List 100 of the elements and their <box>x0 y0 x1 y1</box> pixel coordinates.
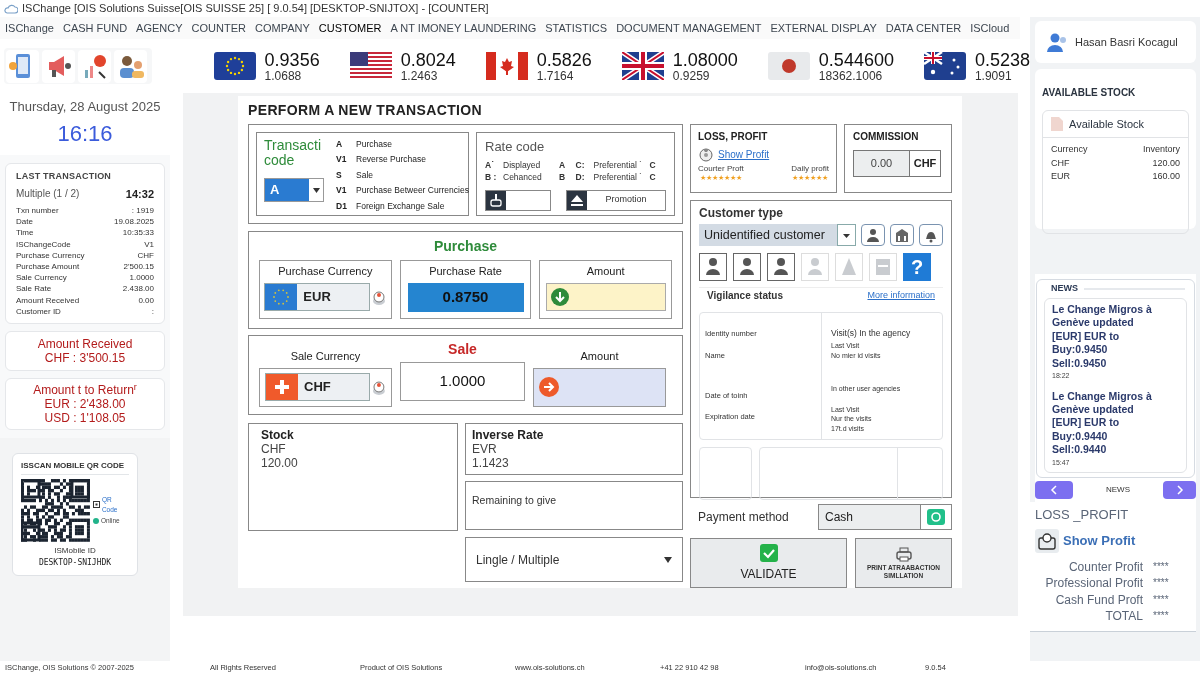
field-value: CHF <box>261 442 287 456</box>
field-label: Sale Currency <box>290 349 361 364</box>
date-text: Thursday, 28 August 2025 <box>9 98 161 116</box>
exchange-rate: 1.08000 <box>672 50 738 69</box>
previous-button[interactable] <box>1035 481 1073 500</box>
currency-select[interactable]: EUR <box>264 282 371 311</box>
field-label: Payment method <box>697 509 790 526</box>
field-label: Purchase Currency <box>278 264 373 279</box>
check-icon <box>759 543 778 562</box>
toolbar-button[interactable] <box>42 49 75 83</box>
menu-item[interactable]: AGENCY <box>136 19 183 37</box>
payment-select[interactable]: Cash <box>818 504 952 530</box>
customer-type-button[interactable] <box>699 253 727 281</box>
code-key: C <box>649 158 656 171</box>
rate-field[interactable]: 1.0000 <box>400 362 525 401</box>
amount-field[interactable] <box>533 367 666 407</box>
mode-select[interactable]: Lingle / Multiple <box>465 537 683 582</box>
field-label: Purchase Amount <box>16 261 80 273</box>
code-label: Sale <box>356 168 374 182</box>
profit-link[interactable]: Show Profit <box>1063 530 1136 551</box>
caret-icon <box>312 187 320 193</box>
profit-link[interactable]: Show Profit <box>718 146 770 162</box>
toolbar-button[interactable] <box>6 49 39 83</box>
profit-label: Courter Proft <box>698 164 744 173</box>
printer-icon <box>894 546 913 562</box>
toolbar-button[interactable] <box>114 49 147 83</box>
customer-type-button[interactable] <box>767 253 795 281</box>
code-label: Reverse Purchase <box>356 153 427 167</box>
field-label: Time <box>16 227 34 239</box>
panel-title: Vigilance status <box>707 289 783 303</box>
code-label: Purchase <box>356 138 393 151</box>
validate-button[interactable]: VALIDATE <box>690 538 847 588</box>
icon-button[interactable] <box>919 224 943 246</box>
menu-item[interactable]: COMPANY <box>254 19 310 37</box>
icon-button[interactable] <box>861 224 885 246</box>
code-key: D: <box>575 171 590 184</box>
cross-icon <box>266 374 298 400</box>
flag-icon <box>923 52 966 80</box>
currency-select[interactable]: CHF <box>265 373 371 401</box>
field-label: Txn number <box>16 205 59 217</box>
next-button[interactable] <box>1163 481 1196 500</box>
icon-button[interactable] <box>890 224 914 246</box>
table-cell: 120.00 <box>1152 156 1180 170</box>
masked-value: **** <box>1153 609 1170 624</box>
cloud-icon <box>4 3 18 14</box>
promotion-button[interactable]: Promotion <box>566 189 666 211</box>
panel-title: Customer type <box>699 205 785 222</box>
profit-label: Daily profit <box>791 164 829 173</box>
panel-title: AVAILABLE STOCK <box>1042 87 1136 98</box>
card-title: LAST TRANSACTION <box>16 170 113 183</box>
code-key: V1 <box>336 153 356 169</box>
field-label: Amount <box>580 349 619 364</box>
code-key: A˙ <box>485 158 499 171</box>
field-label: Purchase Rate <box>429 264 502 279</box>
menu-item[interactable]: ISChange <box>5 19 54 37</box>
customer-type-button[interactable] <box>733 253 761 281</box>
field-label: Amount Received <box>16 294 80 306</box>
code-key: D1 <box>336 199 356 215</box>
field-value: 120.00 <box>261 456 299 470</box>
amount-field[interactable] <box>545 282 666 311</box>
more-info-link[interactable]: More information <box>867 288 935 303</box>
menu-item[interactable]: EXTERNAL DISPLAY <box>770 19 877 37</box>
menu-item[interactable]: CUSTOMER <box>318 19 382 37</box>
menu-item[interactable]: COUNTER <box>191 19 246 37</box>
profit-label: Professional Profit <box>1044 575 1143 592</box>
exchange-rate: 0.544600 <box>818 50 894 69</box>
field-value: CHF <box>137 249 154 261</box>
exchange-rate: 0.5826 <box>536 50 592 69</box>
menu-item[interactable]: DATA CENTER <box>885 19 962 37</box>
field-label: Date <box>16 216 33 228</box>
toolbar-button[interactable] <box>78 49 111 83</box>
rate-field[interactable]: 0.8750 <box>407 282 524 312</box>
code-label: Purchase Betweer Currencies <box>356 184 469 198</box>
field-value: 1.1423 <box>472 456 510 470</box>
transaction-mode: Multiple (1 / 2) <box>16 187 80 202</box>
flag-icon <box>213 52 256 80</box>
flag-icon <box>349 52 392 80</box>
menu-item[interactable]: DOCUMENT MANAGEMENT <box>616 19 762 37</box>
flag-icon <box>485 52 528 80</box>
customer-type-button[interactable]: ? <box>903 253 931 281</box>
section-title: Purchase <box>432 237 498 256</box>
code-label: Preferential ˙ <box>593 171 644 184</box>
input-field[interactable] <box>485 189 551 211</box>
section-title: Sale <box>448 340 477 359</box>
table-cell: 160.00 <box>1152 169 1180 183</box>
qr-code <box>21 479 90 543</box>
news-text: Le Change Migros à Genève updated [EUR] EUR to Buy:0.9440 Sell:0.9440 <box>1052 389 1153 457</box>
menu-item[interactable]: ISCloud <box>970 19 1010 37</box>
window-title: ISChange [OIS Solutions Suisse[OIS SUISSE 25] [ 9.0.54] [DESKTOP-SNIJTOX] - [COUNTER] <box>22 1 489 17</box>
empty-field <box>699 447 752 500</box>
inverse-rate: 1.2463 <box>400 69 439 82</box>
exchange-rate: 0.9356 <box>264 50 320 69</box>
code-select[interactable]: A <box>264 178 324 202</box>
code-key: A <box>559 158 566 171</box>
menu-item[interactable]: STATISTICS <box>545 19 608 37</box>
menu-item[interactable]: A NT IMONEY LAUNDERING <box>390 19 537 37</box>
code-key: C: <box>575 158 590 171</box>
menu-item[interactable]: CASH FUND <box>62 19 128 37</box>
caret-icon <box>837 224 856 246</box>
panel-title: NEWS <box>1051 282 1078 296</box>
